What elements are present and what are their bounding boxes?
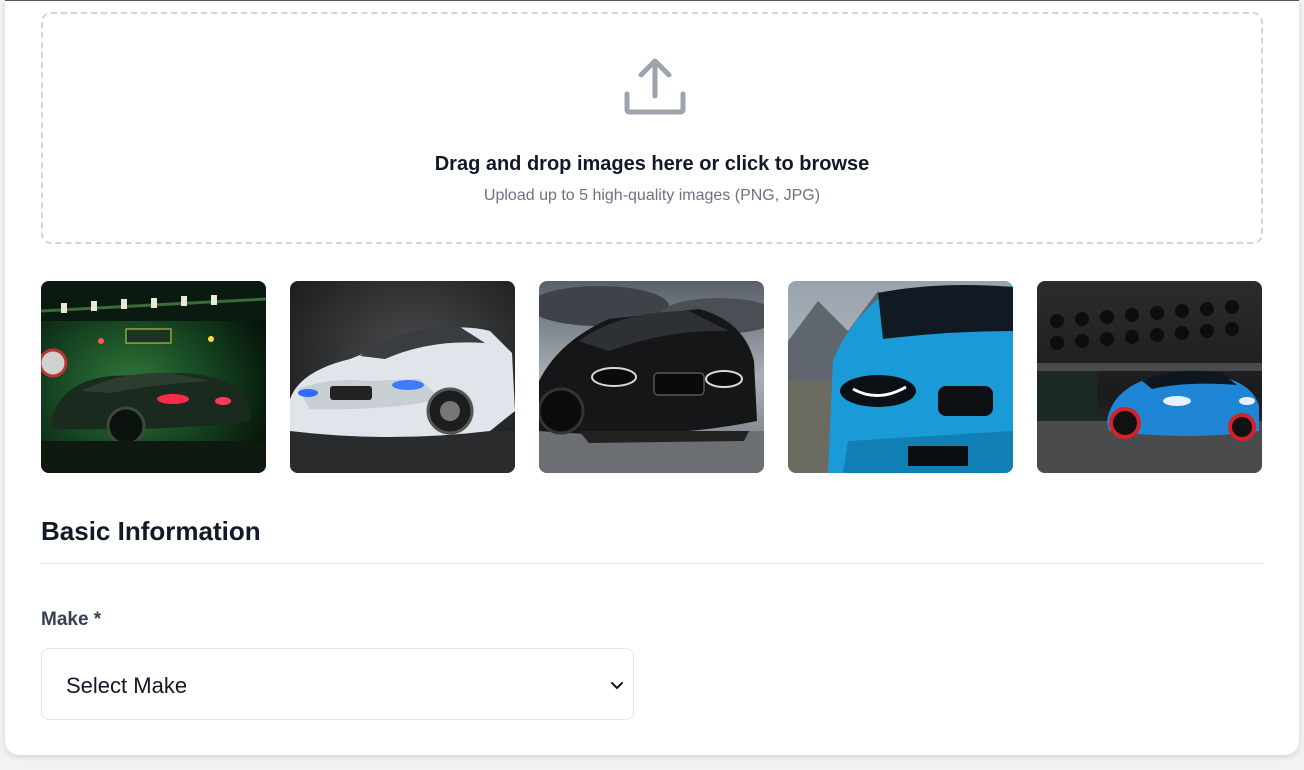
make-select[interactable]: Select Make <box>41 648 634 720</box>
section-divider <box>41 563 1263 564</box>
image-thumbnail-1[interactable] <box>41 281 266 473</box>
image-thumbnail-4[interactable] <box>788 281 1013 473</box>
image-thumbnail-2[interactable] <box>290 281 515 473</box>
car-photo-white-studio <box>290 281 515 473</box>
form-card: Drag and drop images here or click to br… <box>5 0 1299 755</box>
image-thumbnail-5[interactable] <box>1037 281 1262 473</box>
car-photo-blue-mountains <box>788 281 1013 473</box>
image-dropzone[interactable]: Drag and drop images here or click to br… <box>41 12 1263 244</box>
section-title-basic-information: Basic Information <box>41 516 261 546</box>
image-gallery <box>41 281 1263 473</box>
car-photo-blue-warehouse <box>1037 281 1262 473</box>
chevron-down-icon <box>611 682 623 689</box>
car-photo-black-cloudy <box>539 281 764 473</box>
dropzone-subtitle: Upload up to 5 high-quality images (PNG,… <box>483 187 821 204</box>
make-select-value: Select Make <box>66 673 188 698</box>
image-thumbnail-3[interactable] <box>539 281 764 473</box>
make-label: Make * <box>41 609 102 630</box>
upload-icon <box>624 58 686 115</box>
car-photo-green-garage <box>41 281 266 473</box>
dropzone-title: Drag and drop images here or click to br… <box>434 153 870 175</box>
